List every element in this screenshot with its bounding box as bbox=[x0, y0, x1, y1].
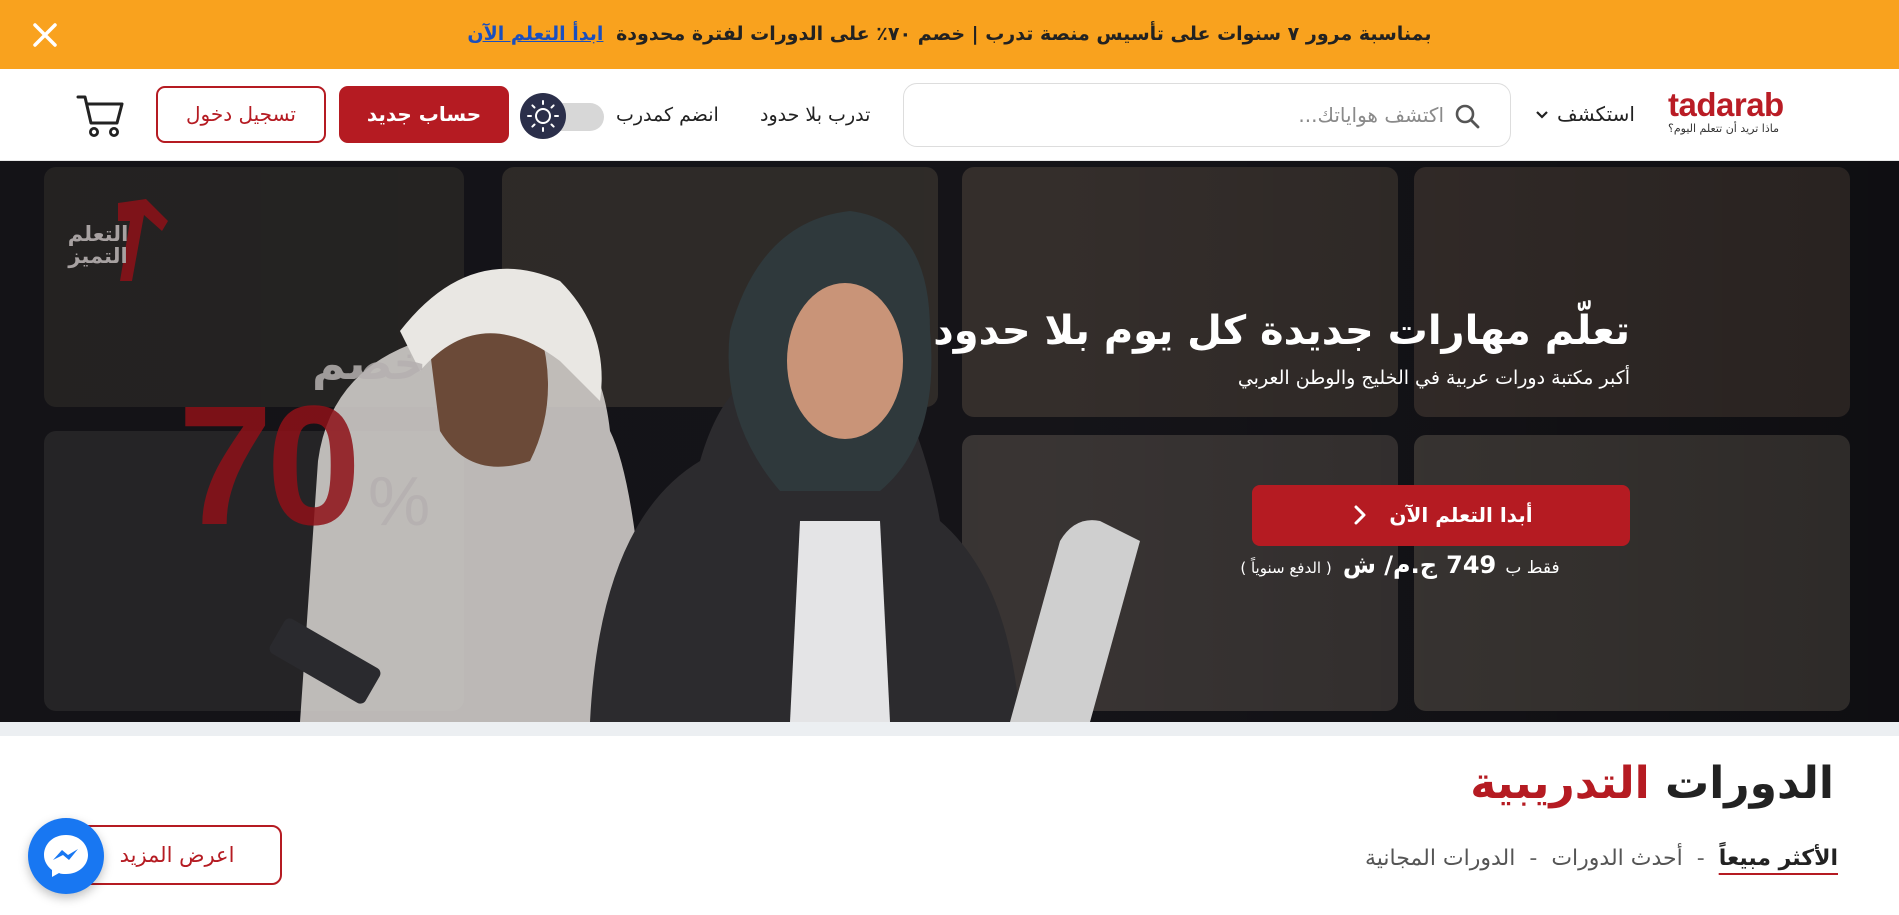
promo-message: بمناسبة مرور ٧ سنوات على تأسيس منصة تدرب… bbox=[616, 23, 1432, 45]
signup-button[interactable]: حساب جديد bbox=[339, 86, 509, 143]
tab-separator: - bbox=[1696, 845, 1705, 871]
hero-subtitle: أكبر مكتبة دورات عربية في الخليج والوطن … bbox=[1237, 367, 1630, 389]
theme-toggle[interactable] bbox=[520, 93, 606, 139]
search-icon[interactable] bbox=[1454, 103, 1480, 129]
price-note: ( الدفع سنوياً ) bbox=[1240, 559, 1332, 577]
site-header: tadarab ماذا تريد أن تتعلم اليوم؟ استكشف… bbox=[0, 69, 1899, 161]
price-currency: ج.م/ ش bbox=[1342, 551, 1438, 579]
explore-menu[interactable]: استكشف bbox=[1535, 97, 1635, 131]
section-title: الدورات التدريبية bbox=[1000, 758, 1834, 809]
promo-start-link[interactable]: ابدأ التعلم الآن bbox=[467, 23, 603, 45]
price-amount: 749 bbox=[1446, 551, 1497, 579]
tab-best-selling[interactable]: الأكثر مبيعاً bbox=[1719, 846, 1838, 871]
hero-title: تعلّم مهارات جديدة كل يوم بلا حدود bbox=[933, 308, 1630, 354]
price-line: فقط ب 749 ج.م/ ش ( الدفع سنوياً ) bbox=[1200, 551, 1600, 579]
nav-join-instructor[interactable]: انضم كمدرب bbox=[616, 99, 719, 131]
promo-text: بمناسبة مرور ٧ سنوات على تأسيس منصة تدرب… bbox=[0, 0, 1899, 69]
price-prefix: فقط ب bbox=[1505, 558, 1560, 578]
login-button[interactable]: تسجيل دخول bbox=[156, 86, 326, 143]
section-title-accent: التدريبية bbox=[1470, 758, 1650, 809]
tab-free[interactable]: الدورات المجانية bbox=[1365, 846, 1515, 871]
sun-icon bbox=[520, 93, 566, 139]
nav-unlimited-training[interactable]: تدرب بلا حدود bbox=[760, 99, 870, 131]
promo-bar: بمناسبة مرور ٧ سنوات على تأسيس منصة تدرب… bbox=[0, 0, 1899, 69]
logo-word: tadarab bbox=[1668, 86, 1784, 123]
tab-separator: - bbox=[1529, 845, 1538, 871]
search-input[interactable] bbox=[944, 94, 1444, 136]
explore-label: استكشف bbox=[1557, 102, 1635, 126]
messenger-icon[interactable] bbox=[28, 818, 104, 894]
chevron-down-icon bbox=[1535, 105, 1549, 124]
tab-newest[interactable]: أحدث الدورات bbox=[1551, 846, 1682, 871]
hero-banner: ٧ التعلم التميز خصم 70 % تعلّم مهارات جد… bbox=[0, 161, 1899, 722]
cart-icon[interactable] bbox=[76, 93, 126, 139]
logo-tagline: ماذا تريد أن تتعلم اليوم؟ bbox=[1668, 122, 1779, 135]
discount-percent: % bbox=[368, 462, 431, 540]
search-box bbox=[903, 83, 1511, 147]
badge-text: التعلم التميز bbox=[67, 222, 129, 268]
chevron-right-icon bbox=[1350, 501, 1370, 529]
logo[interactable]: tadarab ماذا تريد أن تتعلم اليوم؟ bbox=[1668, 86, 1798, 141]
start-learning-label: أبدا التعلم الآن bbox=[1389, 503, 1533, 527]
start-learning-button[interactable]: أبدا التعلم الآن bbox=[1252, 485, 1630, 546]
course-tabs: الأكثر مبيعاً - أحدث الدورات - الدورات ا… bbox=[1000, 838, 1838, 878]
section-divider bbox=[0, 722, 1899, 736]
section-title-main: الدورات bbox=[1665, 758, 1834, 809]
discount-number: 70 bbox=[178, 371, 361, 561]
